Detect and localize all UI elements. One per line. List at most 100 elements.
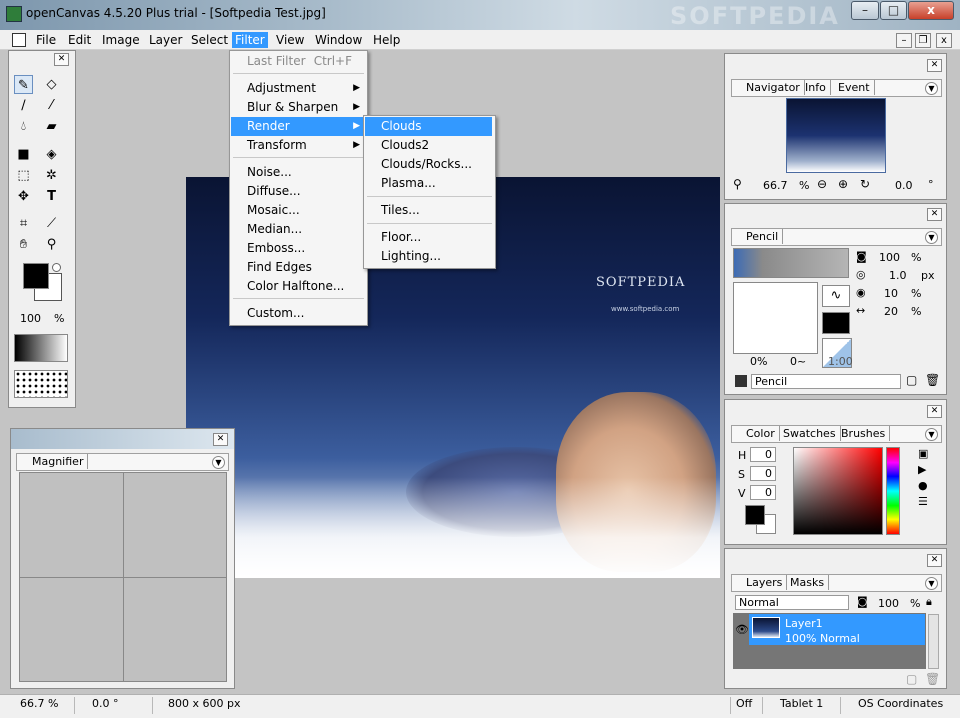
h-field[interactable]: 0 [750, 447, 776, 462]
wand-icon[interactable]: ✲ [42, 166, 61, 185]
brush-icon[interactable]: ∕ [14, 96, 33, 115]
visibility-eye-icon[interactable]: 👁︎ [735, 623, 749, 636]
tab-navigator[interactable]: Navigator [742, 80, 805, 95]
app-icon[interactable] [6, 6, 22, 22]
pencil-menu-button[interactable]: ▼ [925, 231, 938, 244]
mdi-restore-button[interactable]: ❐ [915, 33, 931, 48]
menu-item-diffuse[interactable]: Diffuse... [231, 182, 366, 201]
lock-icon[interactable]: 🔒︎ [926, 595, 932, 609]
menu-item-render[interactable]: Render ▶ [231, 117, 366, 136]
minimize-button[interactable]: – [851, 1, 879, 20]
pencil-opacity-value[interactable]: 100 [879, 251, 900, 264]
menu-file[interactable]: File [34, 32, 58, 48]
close-button[interactable]: x [908, 1, 954, 20]
menu-item-noise[interactable]: Noise... [231, 163, 366, 182]
color-list-icon[interactable]: ☰ [918, 495, 928, 508]
menu-layer[interactable]: Layer [147, 32, 184, 48]
airbrush-icon[interactable]: ⁄ [42, 96, 61, 115]
menu-item-tiles[interactable]: Tiles... [365, 201, 492, 220]
zoom-in-icon[interactable]: ⊕ [838, 177, 848, 191]
menu-item-clouds-rocks[interactable]: Clouds/Rocks... [365, 155, 492, 174]
menu-item-adjustment[interactable]: Adjustment ▶ [231, 79, 366, 98]
preset-name-field[interactable]: Pencil [751, 374, 901, 389]
swap-colors-icon[interactable] [52, 263, 61, 272]
eyedropper-icon[interactable]: ⟋ [42, 214, 61, 233]
marker-icon[interactable]: ▰ [42, 117, 61, 136]
menu-select[interactable]: Select [189, 32, 230, 48]
tab-brushes[interactable]: Brushes [837, 426, 891, 441]
magnifier-title-bar[interactable] [11, 429, 234, 449]
navigator-zoom-icon[interactable]: ⚲ [733, 177, 742, 191]
menu-item-emboss[interactable]: Emboss... [231, 239, 366, 258]
navigator-rotation-value[interactable]: 0.0 [895, 179, 913, 192]
brush-tip-selector[interactable] [733, 248, 849, 278]
pencil-density-value[interactable]: 10 [884, 287, 898, 300]
new-layer-icon[interactable]: ▢ [906, 672, 917, 686]
menu-item-color-halftone[interactable]: Color Halftone... [231, 277, 366, 296]
color-menu-button[interactable]: ▼ [925, 428, 938, 441]
gradient-selector[interactable] [14, 334, 68, 362]
maximize-button[interactable]: □ [880, 1, 907, 20]
eraser-icon[interactable]: ◇ [42, 75, 61, 94]
delete-preset-icon[interactable]: 🗑︎ [925, 373, 940, 387]
layers-scrollbar[interactable] [928, 614, 939, 669]
menu-filter[interactable]: Filter [232, 32, 268, 48]
rotate-reset-icon[interactable]: ↻ [860, 177, 870, 191]
menu-item-blur-sharpen[interactable]: Blur & Sharpen ▶ [231, 98, 366, 117]
texture-selector[interactable] [14, 370, 68, 398]
blend-mode-select[interactable]: Normal [735, 595, 849, 610]
brush-color-swatch[interactable] [822, 312, 850, 334]
menu-item-transform[interactable]: Transform ▶ [231, 136, 366, 155]
tab-masks[interactable]: Masks [786, 575, 830, 590]
navigator-thumbnail[interactable] [786, 98, 886, 173]
menu-image[interactable]: Image [100, 32, 142, 48]
menu-item-median[interactable]: Median... [231, 220, 366, 239]
tab-event[interactable]: Event [834, 80, 875, 95]
pencil-angle-value[interactable]: 20 [884, 305, 898, 318]
color-dot-icon[interactable]: ● [918, 479, 928, 492]
color-mode-icon[interactable]: ▣ [918, 447, 928, 460]
text-icon[interactable]: T [42, 187, 61, 206]
color-panel-close-button[interactable]: ✕ [927, 405, 942, 418]
menu-item-lighting[interactable]: Lighting... [365, 247, 492, 266]
tab-swatches[interactable]: Swatches [779, 426, 841, 441]
layer-opacity-value[interactable]: 100 [878, 597, 899, 610]
navigator-zoom-value[interactable]: 66.7 [763, 179, 788, 192]
menu-item-custom[interactable]: Custom... [231, 304, 366, 323]
menu-item-clouds[interactable]: Clouds [365, 117, 492, 136]
menu-item-last-filter[interactable]: Last Filter Ctrl+F [231, 52, 366, 71]
magnifier-close-button[interactable]: ✕ [213, 433, 228, 446]
menu-item-clouds2[interactable]: Clouds2 [365, 136, 492, 155]
magnifier-menu-button[interactable]: ▼ [212, 456, 225, 469]
pencil-icon[interactable]: ✎ [14, 75, 33, 94]
document-icon[interactable] [12, 33, 26, 47]
tab-magnifier[interactable]: Magnifier [28, 454, 89, 469]
menu-item-floor[interactable]: Floor... [365, 228, 492, 247]
foreground-color-swatch[interactable] [745, 505, 765, 525]
v-field[interactable]: 0 [750, 485, 776, 500]
new-preset-icon[interactable]: ▢ [906, 373, 917, 387]
tab-info[interactable]: Info [801, 80, 831, 95]
menu-item-find-edges[interactable]: Find Edges [231, 258, 366, 277]
menu-view[interactable]: View [274, 32, 306, 48]
menu-item-mosaic[interactable]: Mosaic... [231, 201, 366, 220]
navigator-menu-button[interactable]: ▼ [925, 82, 938, 95]
tab-pencil[interactable]: Pencil [742, 229, 784, 244]
toolbox-close-button[interactable]: ✕ [54, 53, 69, 66]
pencil-panel-close-button[interactable]: ✕ [927, 208, 942, 221]
layers-panel-close-button[interactable]: ✕ [927, 554, 942, 567]
menu-help[interactable]: Help [371, 32, 402, 48]
fill-rect-icon[interactable]: ■ [14, 145, 33, 164]
primary-color-swatch[interactable] [23, 263, 49, 289]
zoom-icon[interactable]: ⚲ [42, 235, 61, 254]
hue-slider[interactable] [886, 447, 900, 535]
tab-layers[interactable]: Layers [742, 575, 788, 590]
menu-edit[interactable]: Edit [66, 32, 93, 48]
mdi-close-button[interactable]: x [936, 33, 952, 48]
menu-window[interactable]: Window [313, 32, 364, 48]
s-field[interactable]: 0 [750, 466, 776, 481]
menu-item-plasma[interactable]: Plasma... [365, 174, 492, 193]
hand-icon[interactable]: ✋︎ [14, 235, 33, 254]
zoom-out-icon[interactable]: ⊖ [817, 177, 827, 191]
marquee-icon[interactable]: ⬚ [14, 166, 33, 185]
